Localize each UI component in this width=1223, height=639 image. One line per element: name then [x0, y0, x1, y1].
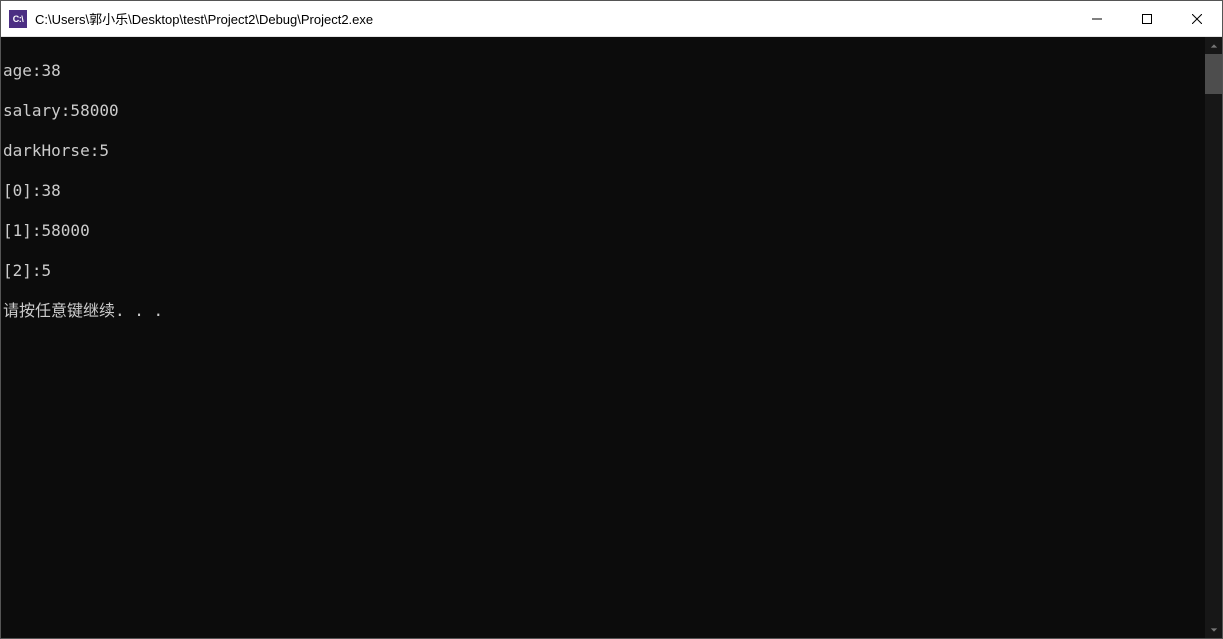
maximize-button[interactable] [1122, 1, 1172, 36]
minimize-icon [1092, 14, 1102, 24]
close-icon [1192, 14, 1202, 24]
minimize-button[interactable] [1072, 1, 1122, 36]
chevron-up-icon [1210, 42, 1218, 50]
console-line: salary:58000 [3, 101, 1203, 121]
console-output[interactable]: age:38 salary:58000 darkHorse:5 [0]:38 [… [1, 37, 1205, 638]
close-button[interactable] [1172, 1, 1222, 36]
scroll-thumb[interactable] [1205, 54, 1222, 94]
app-icon: C:\ [9, 10, 27, 28]
chevron-down-icon [1210, 626, 1218, 634]
console-wrapper: age:38 salary:58000 darkHorse:5 [0]:38 [… [1, 37, 1222, 638]
window-controls [1072, 1, 1222, 36]
titlebar[interactable]: C:\ C:\Users\郭小乐\Desktop\test\Project2\D… [1, 1, 1222, 37]
console-line: darkHorse:5 [3, 141, 1203, 161]
scroll-down-button[interactable] [1205, 621, 1222, 638]
console-line: [1]:58000 [3, 221, 1203, 241]
scroll-up-button[interactable] [1205, 37, 1222, 54]
window-title: C:\Users\郭小乐\Desktop\test\Project2\Debug… [35, 9, 1072, 28]
maximize-icon [1142, 14, 1152, 24]
console-line: [0]:38 [3, 181, 1203, 201]
console-line: [2]:5 [3, 261, 1203, 281]
console-line: 请按任意键继续. . . [3, 301, 1203, 321]
vertical-scrollbar[interactable] [1205, 37, 1222, 638]
console-line: age:38 [3, 61, 1203, 81]
